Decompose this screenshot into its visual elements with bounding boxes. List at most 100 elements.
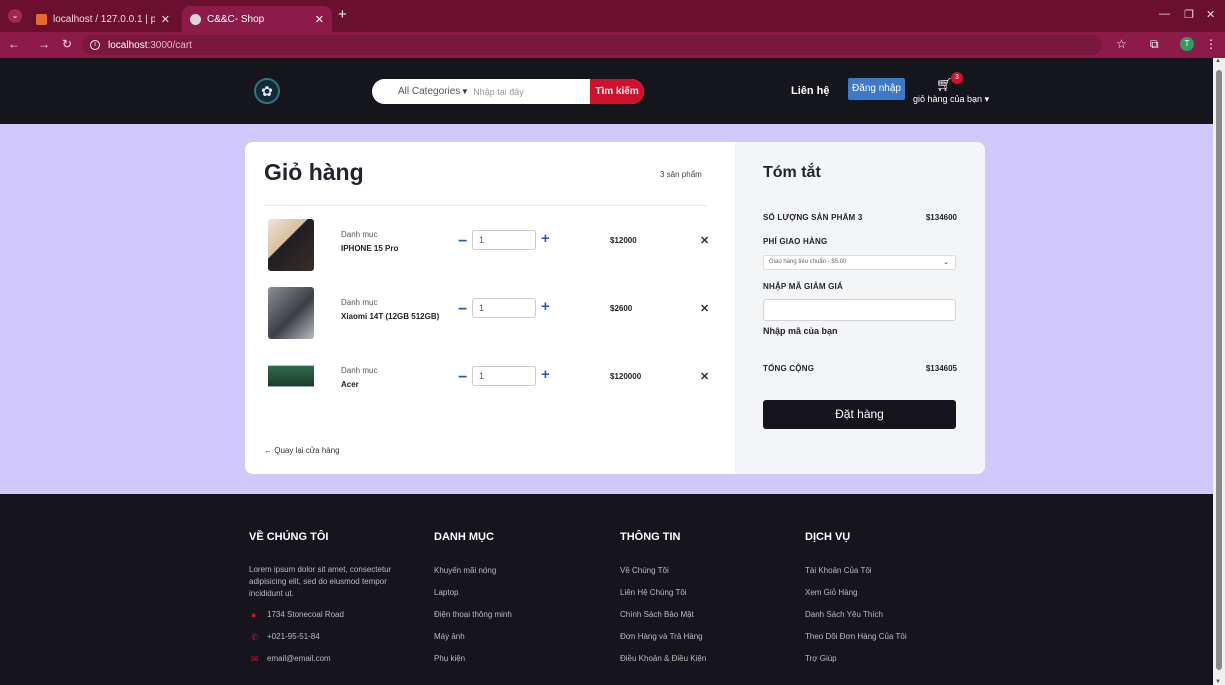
phpmyadmin-favicon-icon	[36, 13, 47, 25]
site-footer: VỀ CHÚNG TÔI Lorem ipsum dolor sit amet,…	[0, 494, 1213, 685]
total-label: TỔNG CỘNG	[763, 364, 815, 373]
increase-qty-button[interactable]: +	[541, 367, 550, 382]
subtotal-value: $134600	[925, 213, 957, 222]
item-name: IPHONE 15 Pro	[341, 244, 399, 253]
cart-item: Danh mục IPHONE 15 Pro − 1 + $12000 ✕	[264, 214, 724, 274]
footer-address: 1734 Stonecoal Road	[267, 610, 344, 619]
tab-search-icon[interactable]: ⌄	[8, 9, 22, 23]
bookmark-star-icon[interactable]: ☆	[1116, 37, 1127, 51]
tab-close-icon[interactable]: ✕	[315, 13, 324, 26]
cart-label: giỏ hàng của bạn	[913, 94, 983, 104]
footer-heading-categories: DANH MỤC	[434, 531, 494, 543]
footer-link[interactable]: Phụ kiện	[434, 654, 465, 663]
page-scrollbar[interactable]: ▲ ▼	[1213, 58, 1225, 685]
total-value: $134605	[925, 364, 957, 373]
footer-heading-about: VỀ CHÚNG TÔI	[249, 531, 329, 543]
footer-link[interactable]: Xem Giỏ Hàng	[805, 588, 857, 597]
close-window-icon[interactable]: ✕	[1206, 8, 1215, 21]
contact-link[interactable]: Liên hệ	[791, 85, 830, 97]
scroll-up-icon[interactable]: ▲	[1215, 58, 1221, 64]
footer-link[interactable]: Danh Sách Yêu Thích	[805, 610, 883, 619]
promo-code-input[interactable]	[763, 299, 956, 321]
tab-shop[interactable]: C&&C- Shop ✕	[182, 6, 332, 32]
increase-qty-button[interactable]: +	[541, 299, 550, 314]
cart-item: Danh mục Acer − 1 + $120000 ✕	[264, 350, 724, 410]
footer-email[interactable]: email@email.com	[267, 654, 331, 663]
quantity-input[interactable]: 1	[472, 230, 536, 250]
footer-link[interactable]: Điều Khoản & Điều Kiện	[620, 654, 706, 663]
more-menu-icon[interactable]: ⋮	[1205, 37, 1217, 51]
item-price: $2600	[610, 304, 633, 313]
category-select[interactable]: All Categories	[372, 86, 461, 97]
decrease-qty-button[interactable]: −	[458, 370, 467, 386]
item-count: 3 sản phẩm	[660, 170, 702, 179]
footer-link[interactable]: Theo Dõi Đơn Hàng Của Tôi	[805, 632, 907, 641]
back-to-shop-link[interactable]: ← Quay lại cửa hàng	[264, 446, 340, 455]
footer-link[interactable]: Tài Khoản Của Tôi	[805, 566, 872, 575]
footer-link[interactable]: Về Chúng Tôi	[620, 566, 669, 575]
footer-link[interactable]: Máy ảnh	[434, 632, 465, 641]
extensions-icon[interactable]: ⧉	[1150, 37, 1159, 52]
product-image	[268, 287, 314, 339]
address-bar[interactable]: i localhost:3000/cart	[82, 35, 1102, 55]
footer-link[interactable]: Laptop	[434, 588, 458, 597]
item-category: Danh mục	[341, 298, 378, 307]
profile-avatar[interactable]: T	[1180, 37, 1194, 51]
new-tab-button[interactable]: +	[338, 7, 347, 22]
page-title: Giỏ hàng	[264, 159, 364, 185]
site-logo-icon[interactable]: ✿	[254, 78, 280, 104]
forward-icon[interactable]: →	[38, 37, 50, 51]
browser-toolbar: ← → ↻ i localhost:3000/cart ☆ ⧉ ⋮	[0, 32, 1225, 58]
footer-link[interactable]: Đơn Hàng và Trả Hàng	[620, 632, 703, 641]
footer-phone[interactable]: +021-95-51-84	[267, 632, 320, 641]
decrease-qty-button[interactable]: −	[458, 234, 467, 250]
remove-item-icon[interactable]: ✕	[700, 234, 709, 247]
shipping-select[interactable]: Giao hàng tiêu chuẩn - $5.00 ⌄	[763, 255, 956, 270]
promo-label: NHẬP MÃ GIẢM GIÁ	[763, 282, 843, 291]
tab-phpmyadmin[interactable]: localhost / 127.0.0.1 | phpMyAd ✕	[28, 6, 178, 32]
url-path: :3000/cart	[147, 39, 192, 51]
divider	[264, 205, 707, 206]
item-name: Xiaomi 14T (12GB 512GB)	[341, 312, 440, 321]
cart-item: Danh mục Xiaomi 14T (12GB 512GB) − 1 + $…	[264, 282, 724, 342]
footer-link[interactable]: Liên Hệ Chúng Tôi	[620, 588, 687, 597]
product-image	[268, 355, 314, 407]
back-icon[interactable]: ←	[8, 37, 20, 51]
remove-item-icon[interactable]: ✕	[700, 302, 709, 315]
chevron-down-icon: ⌄	[943, 259, 949, 266]
item-category: Danh mục	[341, 366, 378, 375]
quantity-input[interactable]: 1	[472, 298, 536, 318]
item-category: Danh mục	[341, 230, 378, 239]
increase-qty-button[interactable]: +	[541, 231, 550, 246]
remove-item-icon[interactable]: ✕	[700, 370, 709, 383]
login-button[interactable]: Đăng nhập	[848, 78, 905, 100]
restore-icon[interactable]: ❐	[1184, 8, 1194, 21]
decrease-qty-button[interactable]: −	[458, 302, 467, 318]
footer-link[interactable]: Khuyến mãi nóng	[434, 566, 496, 575]
site-info-icon[interactable]: i	[90, 40, 100, 50]
search-bar: All Categories ▼ Tìm kiếm	[372, 79, 644, 104]
footer-link[interactable]: Chính Sách Bảo Mật	[620, 610, 694, 619]
tab-title: localhost / 127.0.0.1 | phpMyAd	[53, 13, 155, 25]
map-marker-icon: ●	[251, 610, 257, 620]
cart-dropdown[interactable]: giỏ hàng của bạn ▾	[913, 94, 989, 105]
cart-icon[interactable]: 🛒︎	[936, 77, 953, 93]
search-button[interactable]: Tìm kiếm	[590, 79, 644, 104]
footer-link[interactable]: Trợ Giúp	[805, 654, 837, 663]
minimize-icon[interactable]: —	[1159, 8, 1170, 20]
scrollbar-thumb[interactable]	[1216, 70, 1222, 670]
search-input[interactable]	[469, 79, 591, 104]
cart-card: Giỏ hàng 3 sản phẩm Danh mục IPHONE 15 P…	[245, 142, 985, 474]
footer-link[interactable]: Điện thoại thông minh	[434, 610, 512, 619]
reload-icon[interactable]: ↻	[62, 37, 72, 51]
globe-favicon-icon	[190, 13, 201, 25]
scroll-down-icon[interactable]: ▼	[1215, 679, 1221, 685]
chevron-down-icon[interactable]: ▼	[461, 87, 469, 96]
footer-heading-info: THÔNG TIN	[620, 531, 681, 543]
place-order-button[interactable]: Đặt hàng	[763, 400, 956, 429]
footer-heading-services: DỊCH VỤ	[805, 531, 851, 543]
promo-hint: Nhập mã của bạn	[763, 326, 838, 336]
quantity-input[interactable]: 1	[472, 366, 536, 386]
tab-close-icon[interactable]: ✕	[161, 13, 170, 26]
product-image	[268, 219, 314, 271]
